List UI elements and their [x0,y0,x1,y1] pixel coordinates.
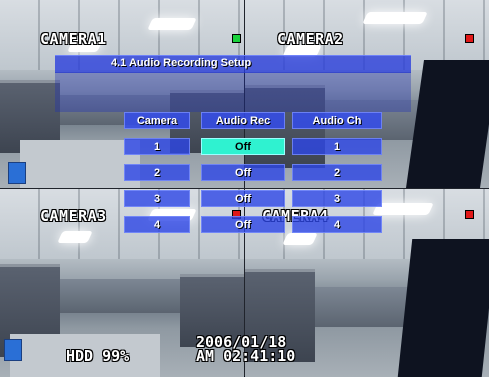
ceiling-light [57,231,93,243]
quad-divider-horizontal [0,188,489,189]
cubicle-wall [60,279,180,313]
column-header-audio-rec: Audio Rec [201,112,285,129]
column-header-camera: Camera [124,112,190,129]
camera3-label: CAMERA3 [40,207,107,225]
recycle-bin [8,162,26,184]
dark-coat [397,239,489,377]
row4-audio-ch-select[interactable]: 4 [292,216,382,233]
row3-camera: 3 [124,190,190,207]
row4-audio-rec-select[interactable]: Off [201,216,285,233]
ceiling-light [362,12,428,24]
row2-audio-rec-select[interactable]: Off [201,164,285,181]
row2-audio-ch-select[interactable]: 2 [292,164,382,181]
desk [20,140,140,188]
hdd-usage: HDD 99% [66,347,130,365]
row4-camera: 4 [124,216,190,233]
menu-title-bar: 4.1 Audio Recording Setup [55,55,411,73]
row1-audio-rec-select[interactable]: Off [201,138,285,155]
row1-audio-ch-select[interactable]: 1 [292,138,382,155]
camera1-status-icon [232,34,241,43]
camera2-status-icon [465,34,474,43]
camera2-label: CAMERA2 [277,30,344,48]
row1-camera: 1 [124,138,190,155]
camera4-status-icon [465,210,474,219]
camera1-label: CAMERA1 [40,30,107,48]
cubicle-wall [315,287,415,327]
ceiling-light [282,233,318,245]
row2-camera: 2 [124,164,190,181]
time-display: AM 02:41:10 [196,347,296,365]
column-header-audio-ch: Audio Ch [292,112,382,129]
recycle-bin [4,339,22,361]
row3-audio-rec-select[interactable]: Off [201,190,285,207]
menu-title: 4.1 Audio Recording Setup [111,57,252,69]
menu-panel [55,72,411,112]
ceiling-light [147,18,197,30]
row3-audio-ch-select[interactable]: 3 [292,190,382,207]
